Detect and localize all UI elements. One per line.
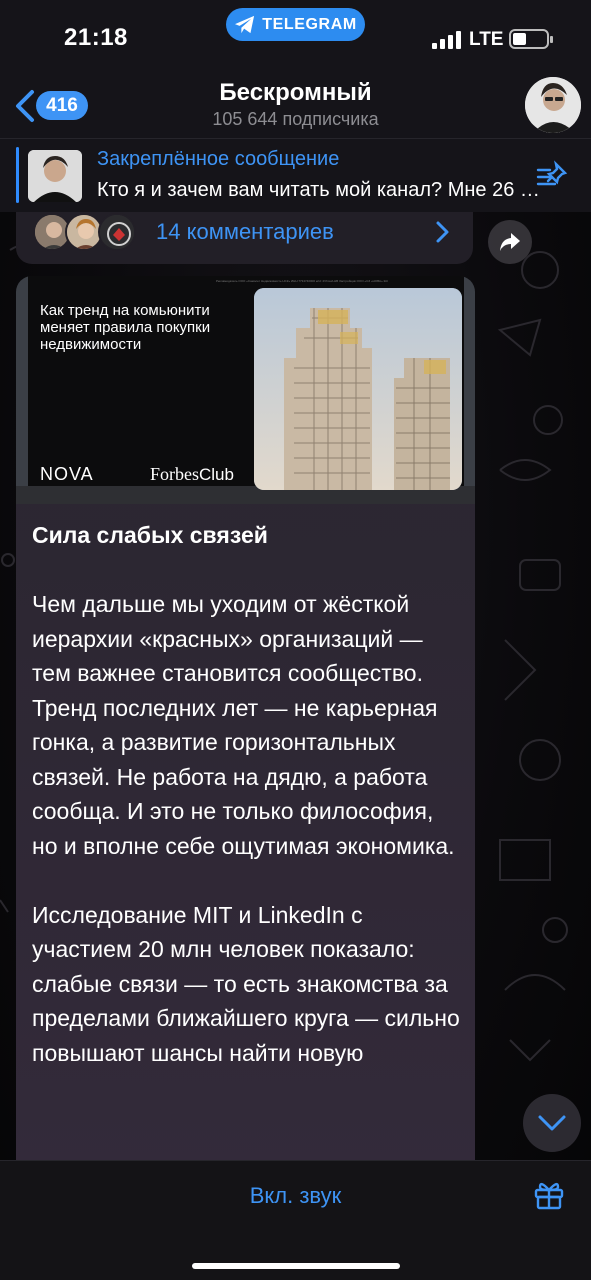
cellular-signal-icon bbox=[432, 31, 461, 49]
post-image[interactable]: Рекламодатель ООО «Самолет Недвижимость … bbox=[16, 276, 475, 504]
scroll-down-button[interactable] bbox=[523, 1094, 581, 1152]
share-button[interactable] bbox=[488, 220, 532, 264]
bottom-bar: Вкл. звук bbox=[0, 1160, 591, 1280]
home-indicator bbox=[192, 1263, 400, 1269]
telegram-plane-icon bbox=[235, 15, 255, 33]
forbes-wordmark: Forbes bbox=[150, 464, 199, 484]
post-paragraph: Тренд последних лет — не карьерная гонка… bbox=[32, 694, 455, 859]
ad-fine-print: Рекламодатель ООО «Самолет Недвижимость … bbox=[216, 279, 389, 283]
brand-nova: NOVA bbox=[40, 464, 94, 484]
telegram-pill[interactable]: TELEGRAM bbox=[226, 8, 365, 41]
post-paragraph: Чем дальше мы уходим от жёсткой иерархии… bbox=[32, 591, 423, 686]
post-heading: Сила слабых связей bbox=[32, 522, 268, 548]
pinned-indicator bbox=[16, 147, 19, 203]
pinned-text: Кто я и зачем вам читать мой канал? Мне … bbox=[97, 179, 547, 201]
channel-post[interactable]: Рекламодатель ООО «Самолет Недвижимость … bbox=[16, 276, 475, 1176]
status-time: 21:18 bbox=[64, 24, 128, 51]
network-type: LTE bbox=[469, 29, 504, 50]
pinned-list-icon[interactable] bbox=[535, 160, 569, 190]
ad-headline: Как тренд на комьюнити меняет правила по… bbox=[40, 302, 211, 353]
chevron-right-icon bbox=[436, 221, 449, 243]
post-text: Сила слабых связей Чем дальше мы уходим … bbox=[32, 518, 462, 1105]
pinned-message-bar[interactable]: Закреплённое сообщение Кто я и зачем вам… bbox=[0, 138, 591, 212]
commenter-avatar bbox=[98, 213, 136, 251]
unmute-button[interactable]: Вкл. звук bbox=[0, 1183, 591, 1209]
pinned-thumbnail bbox=[28, 150, 82, 202]
building-render bbox=[254, 288, 462, 490]
club-wordmark: Club bbox=[199, 465, 234, 484]
comments-count[interactable]: 14 комментариев bbox=[156, 219, 334, 245]
top-bar: 21:18 TELEGRAM LTE 416 Бескромный 105 64… bbox=[0, 0, 591, 138]
channel-avatar[interactable] bbox=[525, 77, 581, 133]
share-arrow-icon bbox=[500, 233, 520, 251]
telegram-pill-label: TELEGRAM bbox=[262, 15, 357, 33]
pinned-title: Закреплённое сообщение bbox=[97, 148, 340, 170]
battery-icon bbox=[509, 29, 553, 49]
brand-forbes-club: ForbesClub bbox=[150, 464, 234, 485]
chat-title[interactable]: Бескромный bbox=[0, 79, 591, 107]
chevron-down-icon bbox=[538, 1115, 566, 1131]
gift-icon[interactable] bbox=[533, 1179, 565, 1211]
post-paragraph: Исследование MIT и LinkedIn с участием 2… bbox=[32, 901, 460, 1066]
subscriber-count: 105 644 подписчика bbox=[212, 109, 379, 129]
